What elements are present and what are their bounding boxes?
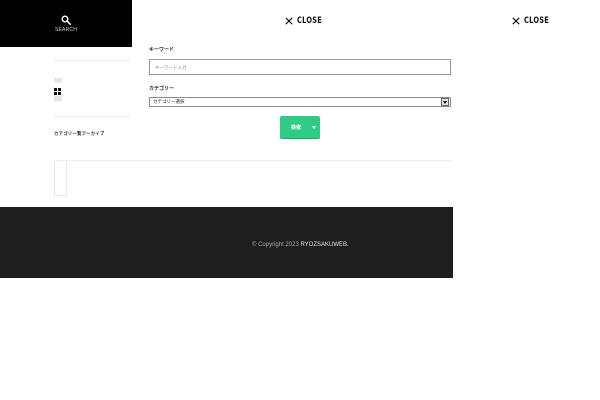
submit-label: 検索 — [290, 124, 301, 131]
divider — [54, 60, 130, 61]
site-name-link[interactable]: RYOZSAKUWEB. — [300, 242, 348, 248]
keyword-input[interactable] — [149, 59, 451, 75]
category-select-value: カテゴリー選択 — [153, 99, 185, 104]
close-icon — [285, 17, 293, 25]
sidebar-link[interactable]: カテゴリ一覧アーカイブ — [54, 131, 104, 137]
page: SEARCH CLOSE CLOSE カテゴリ一覧アーカイブ キーワード カテゴ… — [0, 0, 600, 400]
search-icon — [61, 15, 71, 25]
keyword-label: キーワード — [149, 47, 175, 53]
close-label: CLOSE — [297, 16, 322, 26]
close-button-2[interactable]: CLOSE — [512, 16, 556, 26]
copyright-prefix: © Copyright 2023 — [252, 242, 299, 248]
close-button-1[interactable]: CLOSE — [285, 16, 329, 26]
category-select[interactable]: カテゴリー選択 — [149, 97, 451, 107]
chevron-down-icon[interactable] — [441, 98, 449, 106]
search-label: SEARCH — [54, 26, 78, 33]
content-placeholder — [54, 161, 67, 196]
search-submit-button[interactable]: 検索 — [280, 116, 320, 138]
close-label: CLOSE — [524, 16, 549, 26]
footer: © Copyright 2023 RYOZSAKUWEB. — [0, 207, 453, 278]
grid-icon[interactable] — [54, 88, 62, 96]
caret-down-icon — [312, 125, 316, 129]
close-icon — [512, 17, 520, 25]
category-label: カテゴリー — [149, 86, 175, 92]
content-area — [54, 160, 452, 196]
search-button[interactable]: SEARCH — [0, 0, 132, 47]
copyright: © Copyright 2023 RYOZSAKUWEB. — [252, 242, 349, 248]
divider — [54, 116, 130, 117]
